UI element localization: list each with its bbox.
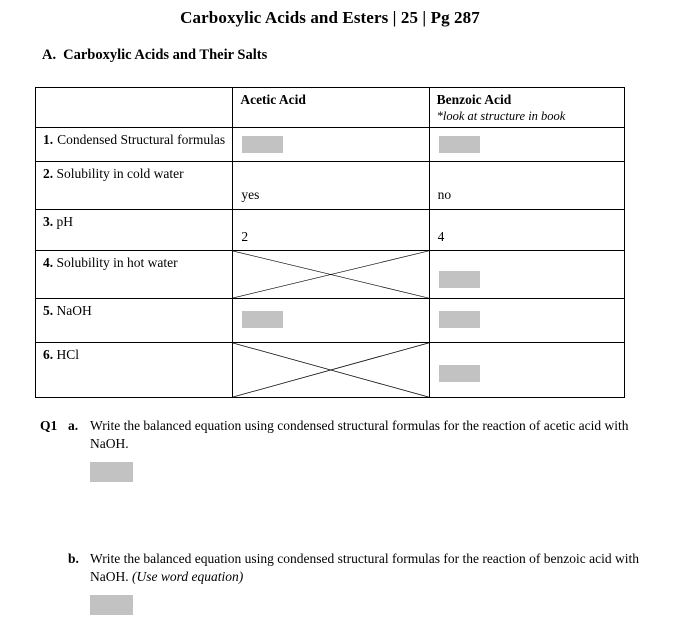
row-label-cell-6: 6. HCl <box>34 341 234 398</box>
header-label-blank <box>36 88 232 95</box>
cross-out-icon <box>233 250 429 298</box>
header-label-benzoic: Benzoic Acid <box>436 92 512 107</box>
cell-acetic-6[interactable] <box>232 341 430 398</box>
row-label-2: Solubility in cold water <box>56 165 184 181</box>
row-number-5: 5. <box>43 302 54 318</box>
question-tag: Q1 <box>40 418 58 433</box>
question-text-a: Write the balanced equation using conden… <box>90 418 629 451</box>
table-header-row: Acetic Acid Benzoic Acid *look at struct… <box>34 87 626 128</box>
cell-acetic-1[interactable] <box>232 126 430 162</box>
question-1b: b. Write the balanced equation using con… <box>40 550 640 615</box>
cell-value-acetic-3: 2 <box>241 228 249 244</box>
cell-benzoic-5[interactable] <box>428 297 626 343</box>
header-label-acetic: Acetic Acid <box>240 92 306 107</box>
question-part-letter-b: b. <box>68 551 79 566</box>
page-title: Carboxylic Acids and Esters | 25 | Pg 28… <box>180 8 480 27</box>
table-row: 3. pH 2 4 <box>34 208 626 251</box>
question-note-b: (Use word equation) <box>132 568 244 584</box>
section-title: Carboxylic Acids and Their Salts <box>63 47 268 63</box>
cell-value-benzoic-3: 4 <box>437 228 445 244</box>
row-label-cell-4: 4. Solubility in hot water <box>34 249 234 299</box>
row-number-6: 6. <box>43 346 54 362</box>
question-1a: Q1 a. Write the balanced equation using … <box>40 417 640 482</box>
cell-benzoic-6[interactable] <box>428 341 626 398</box>
redaction-box <box>438 135 480 153</box>
row-number-3: 3. <box>43 213 54 229</box>
table-row: 6. HCl <box>34 341 626 398</box>
redaction-box <box>438 310 480 328</box>
cell-acetic-3[interactable]: 2 <box>232 208 430 251</box>
question-part-letter-a: a. <box>68 418 79 433</box>
row-label-cell-3: 3. pH <box>34 208 234 251</box>
cross-out-icon <box>233 342 429 397</box>
row-number-1: 1. <box>43 131 54 147</box>
row-label-1: Condensed Structural formulas <box>57 131 226 147</box>
cell-acetic-2[interactable]: yes <box>232 160 430 210</box>
row-label-4: Solubility in hot water <box>56 254 178 270</box>
row-label-5: NaOH <box>56 302 92 318</box>
row-label-cell-5: 5. NaOH <box>34 297 234 343</box>
answer-redaction-box-a[interactable] <box>90 461 133 482</box>
cell-value-benzoic-2: no <box>437 186 452 202</box>
redaction-box <box>242 310 284 328</box>
redaction-box <box>438 270 480 288</box>
row-number-4: 4. <box>43 254 54 270</box>
table-row: 2. Solubility in cold water yes no <box>34 160 626 210</box>
cell-benzoic-1[interactable] <box>428 126 626 162</box>
redaction-box <box>242 135 284 153</box>
row-label-cell-2: 2. Solubility in cold water <box>34 160 234 210</box>
row-label-6: HCl <box>56 346 80 362</box>
section-heading: A. Carboxylic Acids and Their Salts <box>42 47 267 64</box>
row-label-3: pH <box>56 213 74 229</box>
table-row: 1. Condensed Structural formulas <box>34 126 626 162</box>
cell-acetic-4[interactable] <box>232 249 430 299</box>
row-number-2: 2. <box>43 165 54 181</box>
header-cell-benzoic: Benzoic Acid *look at structure in book <box>428 87 626 128</box>
table-row: 5. NaOH <box>34 297 626 343</box>
carboxylic-acids-table: Acetic Acid Benzoic Acid *look at struct… <box>34 87 626 398</box>
header-cell-acetic: Acetic Acid <box>232 87 430 128</box>
cell-benzoic-2[interactable]: no <box>428 160 626 210</box>
cell-benzoic-3[interactable]: 4 <box>428 208 626 251</box>
header-note-benzoic: *look at structure in book <box>436 108 566 123</box>
section-letter: A. <box>42 47 57 63</box>
cell-benzoic-4[interactable] <box>428 249 626 299</box>
row-label-cell-1: 1. Condensed Structural formulas <box>34 126 234 162</box>
header-cell-blank <box>34 87 234 128</box>
redaction-box <box>438 364 480 382</box>
table-row: 4. Solubility in hot water <box>34 249 626 299</box>
cell-acetic-5[interactable] <box>232 297 430 343</box>
cell-value-acetic-2: yes <box>241 186 260 202</box>
answer-redaction-box-b[interactable] <box>90 594 133 615</box>
